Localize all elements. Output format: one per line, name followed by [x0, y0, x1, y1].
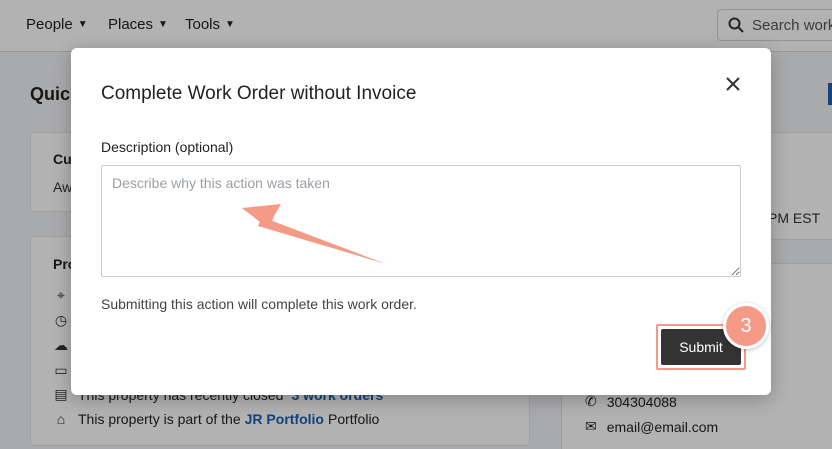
step-badge: 3	[723, 303, 769, 349]
description-textarea[interactable]	[101, 165, 741, 277]
description-label: Description (optional)	[101, 139, 234, 155]
complete-work-order-dialog: Complete Work Order without Invoice Desc…	[71, 48, 771, 395]
dialog-title: Complete Work Order without Invoice	[101, 83, 417, 104]
info-text: Submitting this action will complete thi…	[101, 296, 417, 312]
close-icon	[726, 77, 740, 91]
close-button[interactable]	[721, 72, 745, 96]
